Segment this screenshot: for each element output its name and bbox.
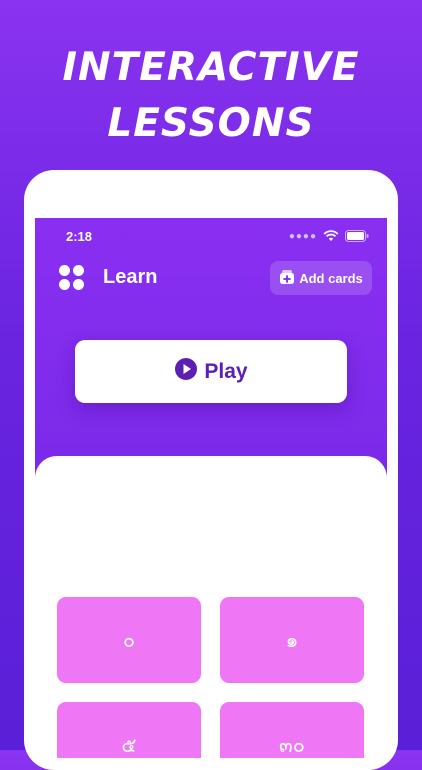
add-cards-button[interactable]: Add cards [270, 261, 372, 295]
card-glyph: ๑ [285, 628, 299, 652]
page-title: Learn [103, 265, 158, 288]
status-icons: ●●●● [289, 230, 369, 242]
app-screen: 2:18 ●●●● Learn Add cards Play ๐ ๑ ๕ ๓๐ [35, 218, 387, 758]
headline: INTERACTIVE LESSONS [0, 40, 422, 152]
flash-card[interactable]: ๐ [57, 597, 201, 683]
add-cards-label: Add cards [299, 270, 363, 286]
wifi-icon [323, 230, 339, 242]
battery-icon [345, 230, 369, 242]
play-circle-icon [174, 357, 198, 386]
signal-dots-icon: ●●●● [288, 230, 317, 242]
grid-dots-icon[interactable] [59, 265, 84, 290]
headline-line-1: INTERACTIVE [62, 45, 360, 90]
flash-card[interactable]: ๑ [220, 597, 364, 683]
add-cards-icon [279, 269, 295, 288]
play-label: Play [204, 359, 248, 383]
card-glyph: ๐ [122, 628, 136, 652]
status-time: 2:18 [66, 229, 93, 244]
card-glyph: ๓๐ [279, 733, 305, 757]
app-header: Learn [59, 265, 158, 290]
card-glyph: ๕ [121, 733, 137, 757]
cards-sheet: ๐ ๑ ๕ ๓๐ [35, 456, 387, 758]
play-button[interactable]: Play [75, 340, 347, 403]
headline-line-2: LESSONS [107, 101, 315, 146]
